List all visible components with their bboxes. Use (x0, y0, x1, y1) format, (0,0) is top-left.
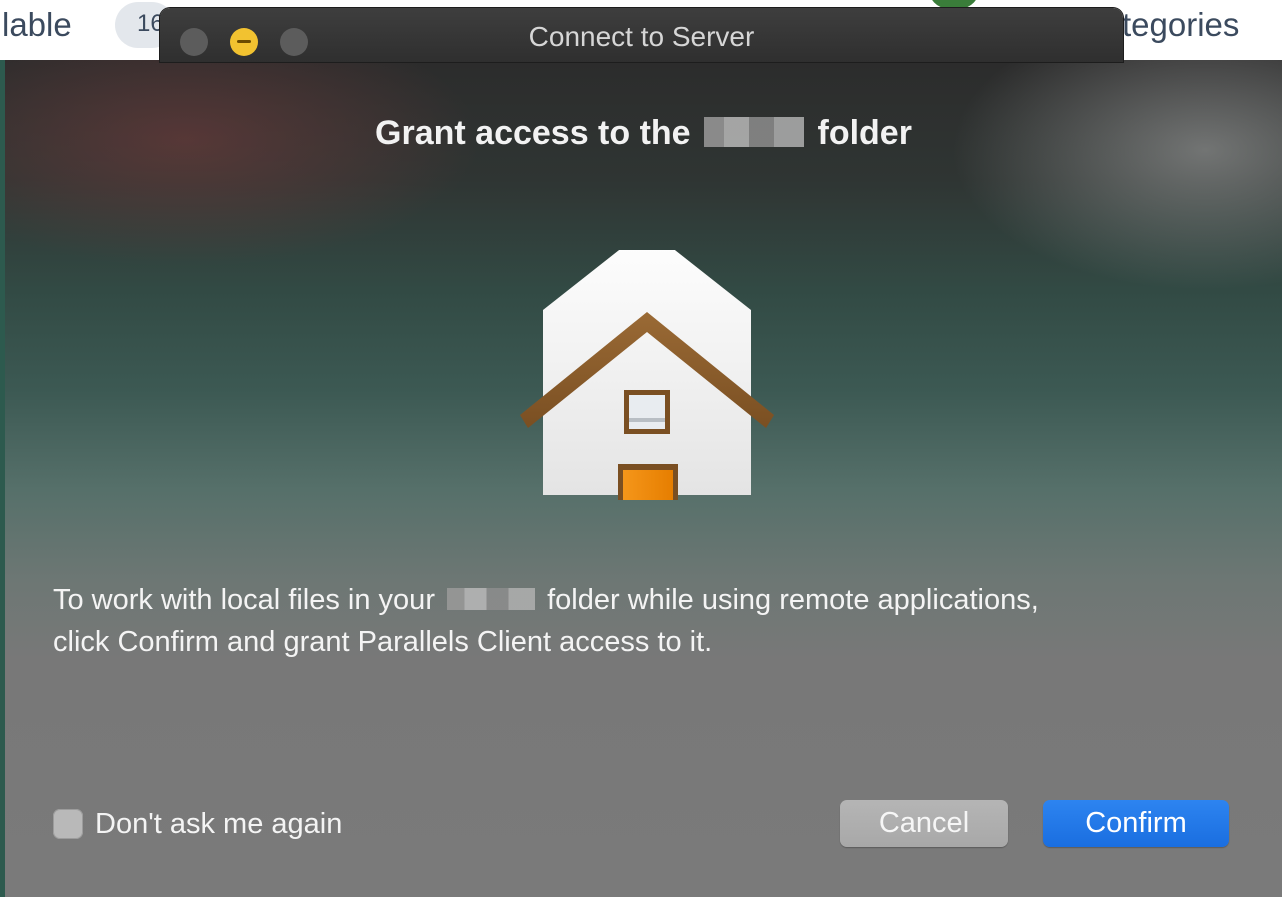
screen: lable 16 tegories Grant access to the fo… (0, 0, 1282, 897)
message-line1-prefix: To work with local files in your (53, 584, 435, 616)
checkbox-box[interactable] (53, 809, 83, 839)
dialog-message: To work with local files in your folder … (53, 579, 1253, 663)
dialog-title-prefix: Grant access to the (375, 114, 691, 152)
checkbox-label[interactable]: Don't ask me again (95, 808, 342, 841)
confirm-button[interactable]: Confirm (1043, 800, 1229, 847)
background-text-left: lable (2, 6, 72, 43)
dialog-title: Grant access to the folder (5, 114, 1282, 153)
home-folder-icon (520, 250, 774, 500)
redacted-folder-name (704, 117, 805, 148)
redacted-folder-name-inline (447, 588, 536, 611)
background-text-right: tegories (1122, 6, 1240, 43)
message-line2: click Confirm and grant Parallels Client… (53, 626, 713, 658)
dialog-title-suffix: folder (817, 114, 912, 152)
dont-ask-again-checkbox[interactable]: Don't ask me again (53, 804, 342, 844)
grant-access-dialog: Grant access to the folder To work with … (5, 60, 1282, 897)
message-line1-suffix: folder while using remote applications, (547, 584, 1039, 616)
cancel-button[interactable]: Cancel (840, 800, 1008, 847)
window-title: Connect to Server (528, 21, 755, 52)
window-titlebar[interactable]: Connect to Server (160, 8, 1123, 62)
